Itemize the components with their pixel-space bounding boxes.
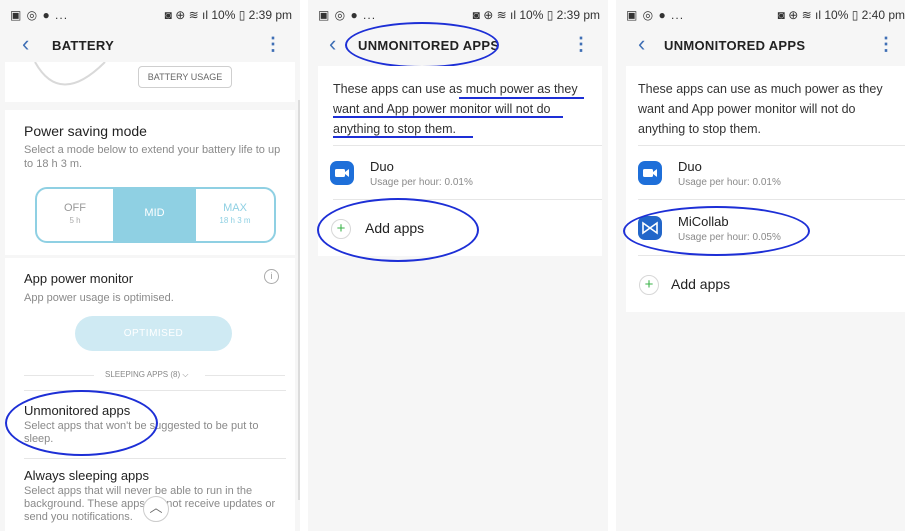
- divider: [24, 390, 286, 391]
- divider: [333, 199, 602, 200]
- app-name: Duo: [678, 159, 702, 174]
- scrollbar[interactable]: [298, 100, 300, 500]
- page-title: UNMONITORED APPS: [358, 38, 500, 53]
- status-notifications: ▣ ◎ ● ...: [318, 8, 377, 22]
- unmonitored-apps-screen: ▣ ◎ ● ... ◙ ⊕ ≋ ıl 10% ▯ 2:39 pm ‹ UNMON…: [308, 0, 608, 531]
- description-line: anything to stop them.: [638, 122, 761, 136]
- unmonitored-list-card: These apps can use as much power as they…: [318, 66, 602, 256]
- mode-max-sub: 18 h 3 m: [219, 216, 251, 225]
- more-options-icon[interactable]: ⋮: [572, 34, 590, 55]
- duo-icon: [330, 161, 354, 185]
- app-row-duo[interactable]: Duo Usage per hour: 0.01%: [318, 146, 602, 196]
- sleeping-apps-label: SLEEPING APPS (8): [105, 370, 181, 379]
- status-notifications: ▣ ◎ ● ...: [626, 8, 685, 22]
- app-usage: Usage per hour: 0.05%: [678, 232, 781, 243]
- mode-off-sub: 5 h: [69, 216, 81, 225]
- description-line: These apps can use as much power as they: [333, 82, 578, 96]
- battery-gauge-icon: [34, 62, 106, 86]
- chevron-down-icon: ⌵: [182, 370, 189, 379]
- battery-screen: ▣ ◎ ● ... ◙ ⊕ ≋ ıl 10% ▯ 2:39 pm ‹ BATTE…: [0, 0, 300, 531]
- back-arrow-icon[interactable]: ‹: [22, 33, 29, 55]
- description-line: want and App power monitor will not do: [638, 102, 856, 116]
- plus-icon: +: [331, 219, 351, 239]
- page-title: UNMONITORED APPS: [664, 38, 806, 53]
- unmonitored-apps-description: Select apps that won't be suggested to b…: [24, 420, 259, 445]
- status-indicators: ◙ ⊕ ≋ ıl 10% ▯ 2:39 pm: [472, 8, 600, 22]
- description-line: These apps can use as much power as they: [638, 82, 883, 96]
- mode-mid-label: MID: [144, 207, 165, 219]
- mode-mid-option[interactable]: MID: [113, 189, 196, 241]
- sleeping-apps-toggle[interactable]: SLEEPING APPS (8) ⌵: [105, 370, 188, 380]
- annotation-underline: [333, 116, 563, 118]
- back-arrow-icon[interactable]: ‹: [329, 33, 336, 55]
- back-arrow-icon[interactable]: ‹: [638, 33, 645, 55]
- unmonitored-description: These apps can use as much power as they…: [638, 79, 900, 139]
- duo-icon: [638, 161, 662, 185]
- divider: [24, 375, 94, 376]
- divider: [638, 255, 905, 256]
- add-apps-button[interactable]: + Add apps: [626, 260, 905, 310]
- divider: [24, 458, 286, 459]
- app-monitor-card: App power monitor i App power usage is o…: [5, 258, 295, 531]
- add-apps-button[interactable]: + Add apps: [318, 204, 602, 254]
- power-saving-card: Power saving mode Select a mode below to…: [5, 110, 295, 255]
- app-row-duo[interactable]: Duo Usage per hour: 0.01%: [626, 146, 905, 196]
- add-apps-label: Add apps: [365, 220, 425, 236]
- add-apps-label: Add apps: [671, 276, 731, 292]
- status-indicators: ◙ ⊕ ≋ ıl 10% ▯ 2:40 pm: [777, 8, 905, 22]
- mode-max-label: MAX: [223, 202, 247, 214]
- app-usage: Usage per hour: 0.01%: [678, 177, 781, 188]
- status-bar: ▣ ◎ ● ... ◙ ⊕ ≋ ıl 10% ▯ 2:40 pm: [616, 0, 905, 30]
- power-mode-selector: OFF 5 h MID MAX 18 h 3 m: [35, 187, 276, 243]
- divider: [205, 375, 285, 376]
- app-name: Duo: [370, 159, 394, 174]
- mode-max-option[interactable]: MAX 18 h 3 m: [196, 189, 274, 241]
- annotation-underline: [459, 97, 584, 99]
- battery-usage-button[interactable]: BATTERY USAGE: [138, 66, 232, 88]
- always-sleeping-title: Always sleeping apps: [24, 468, 150, 483]
- unmonitored-list-card: These apps can use as much power as they…: [626, 66, 905, 312]
- plus-icon: +: [639, 275, 659, 295]
- unmonitored-description: These apps can use as much power as they…: [333, 79, 593, 139]
- page-title: BATTERY: [52, 38, 115, 53]
- app-row-micollab[interactable]: MiCollab Usage per hour: 0.05%: [626, 202, 905, 252]
- power-saving-title: Power saving mode: [24, 123, 147, 139]
- app-power-monitor-status: App power usage is optimised.: [24, 292, 174, 304]
- unmonitored-apps-item[interactable]: Unmonitored apps Select apps that won't …: [24, 403, 286, 453]
- battery-summary-card: BATTERY USAGE: [5, 62, 295, 102]
- micollab-icon: [638, 216, 662, 240]
- more-options-icon[interactable]: ⋮: [264, 34, 282, 55]
- app-usage: Usage per hour: 0.01%: [370, 177, 473, 188]
- power-saving-description: Select a mode below to extend your batte…: [24, 144, 281, 170]
- mode-off-label: OFF: [64, 202, 86, 214]
- unmonitored-apps-screen-after: ▣ ◎ ● ... ◙ ⊕ ≋ ıl 10% ▯ 2:40 pm ‹ UNMON…: [616, 0, 905, 531]
- status-notifications: ▣ ◎ ● ...: [10, 8, 69, 22]
- app-name: MiCollab: [678, 214, 729, 229]
- mode-off-option[interactable]: OFF 5 h: [37, 189, 113, 241]
- info-icon[interactable]: i: [264, 269, 279, 284]
- status-bar: ▣ ◎ ● ... ◙ ⊕ ≋ ıl 10% ▯ 2:39 pm: [308, 0, 608, 30]
- unmonitored-apps-title: Unmonitored apps: [24, 403, 131, 418]
- app-power-monitor-title: App power monitor: [24, 271, 134, 286]
- more-options-icon[interactable]: ⋮: [877, 34, 895, 55]
- status-indicators: ◙ ⊕ ≋ ıl 10% ▯ 2:39 pm: [164, 8, 292, 22]
- app-bar: ‹ BATTERY ⋮: [0, 30, 300, 62]
- app-bar: ‹ UNMONITORED APPS ⋮: [616, 30, 905, 62]
- divider: [638, 199, 905, 200]
- optimised-button[interactable]: OPTIMISED: [75, 316, 232, 351]
- status-bar: ▣ ◎ ● ... ◙ ⊕ ≋ ıl 10% ▯ 2:39 pm: [0, 0, 300, 30]
- annotation-underline: [333, 136, 473, 138]
- scroll-up-button[interactable]: ︿: [143, 496, 169, 522]
- app-bar: ‹ UNMONITORED APPS ⋮: [308, 30, 608, 62]
